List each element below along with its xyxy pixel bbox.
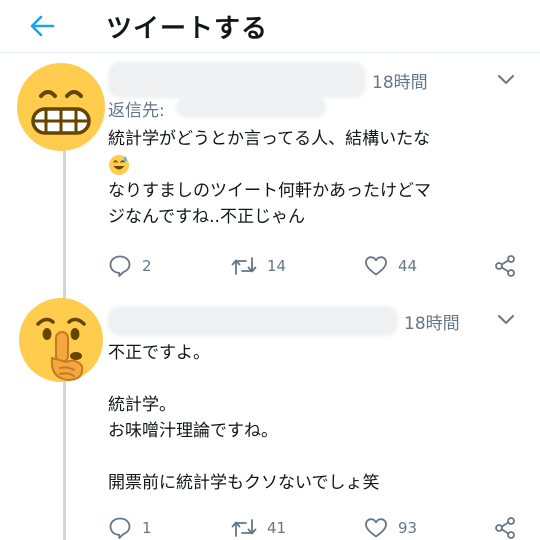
reply-button[interactable]: 1 [108, 516, 152, 540]
share-icon [495, 255, 515, 277]
chevron-down-icon[interactable] [497, 74, 515, 86]
heart-icon [365, 256, 387, 276]
share-button[interactable] [493, 516, 527, 540]
retweet-icon [231, 519, 257, 537]
share-button[interactable] [493, 254, 527, 278]
grimacing-face-avatar-icon[interactable] [16, 62, 106, 152]
like-count: 44 [398, 257, 418, 275]
tweet-line: 不正ですよ。 [108, 343, 210, 363]
tweet-line: 統計学。 [108, 395, 176, 415]
reply-count: 1 [142, 519, 152, 537]
redacted-reply-target[interactable] [176, 96, 326, 118]
sweat-smile-emoji-icon [109, 155, 129, 175]
like-button[interactable]: 44 [364, 254, 417, 278]
tweet-body: 不正ですよ。 統計学。 お味噌汁理論ですね。 開票前に統計学もクソないでしょ笑 [108, 340, 380, 496]
page-title: ツイートする [106, 14, 269, 44]
shushing-face-avatar-icon[interactable] [16, 296, 106, 386]
tweet-line: 統計学がどうとか言ってる人、結構いたな [108, 129, 431, 149]
back-arrow-icon[interactable] [28, 12, 56, 40]
redacted-username [108, 62, 366, 98]
tweet-line: お味噌汁理論ですね。 [108, 421, 278, 441]
tweet-emoji-line [108, 152, 431, 178]
top-bar: ツイートする [0, 0, 540, 53]
redacted-username [108, 306, 398, 336]
like-count: 93 [398, 519, 418, 537]
tweet-line: なりすましのツイート何軒かあったけどマ [108, 181, 431, 201]
like-button[interactable]: 93 [364, 516, 417, 540]
reply-icon [109, 255, 131, 277]
tweet-timestamp: 18時間 [372, 73, 428, 93]
retweet-count: 41 [267, 519, 287, 537]
retweet-button[interactable]: 41 [231, 516, 286, 540]
chevron-down-icon[interactable] [497, 314, 515, 326]
retweet-button[interactable]: 14 [231, 254, 286, 278]
tweet-timestamp: 18時間 [404, 314, 460, 334]
reply-icon [109, 517, 131, 539]
share-icon [495, 517, 515, 539]
tweet-body: 統計学がどうとか言ってる人、結構いたな なりすましのツイート何軒かあったけどマ … [108, 126, 431, 230]
tweet-line: ジなんですね..不正じゃん [108, 207, 305, 227]
heart-icon [365, 518, 387, 538]
reply-button[interactable]: 2 [108, 254, 152, 278]
reply-count: 2 [142, 257, 152, 275]
tweet-line: 開票前に統計学もクソないでしょ笑 [108, 473, 380, 493]
retweet-count: 14 [267, 257, 287, 275]
reply-to-label: 返信先: [108, 101, 165, 121]
retweet-icon [231, 257, 257, 275]
